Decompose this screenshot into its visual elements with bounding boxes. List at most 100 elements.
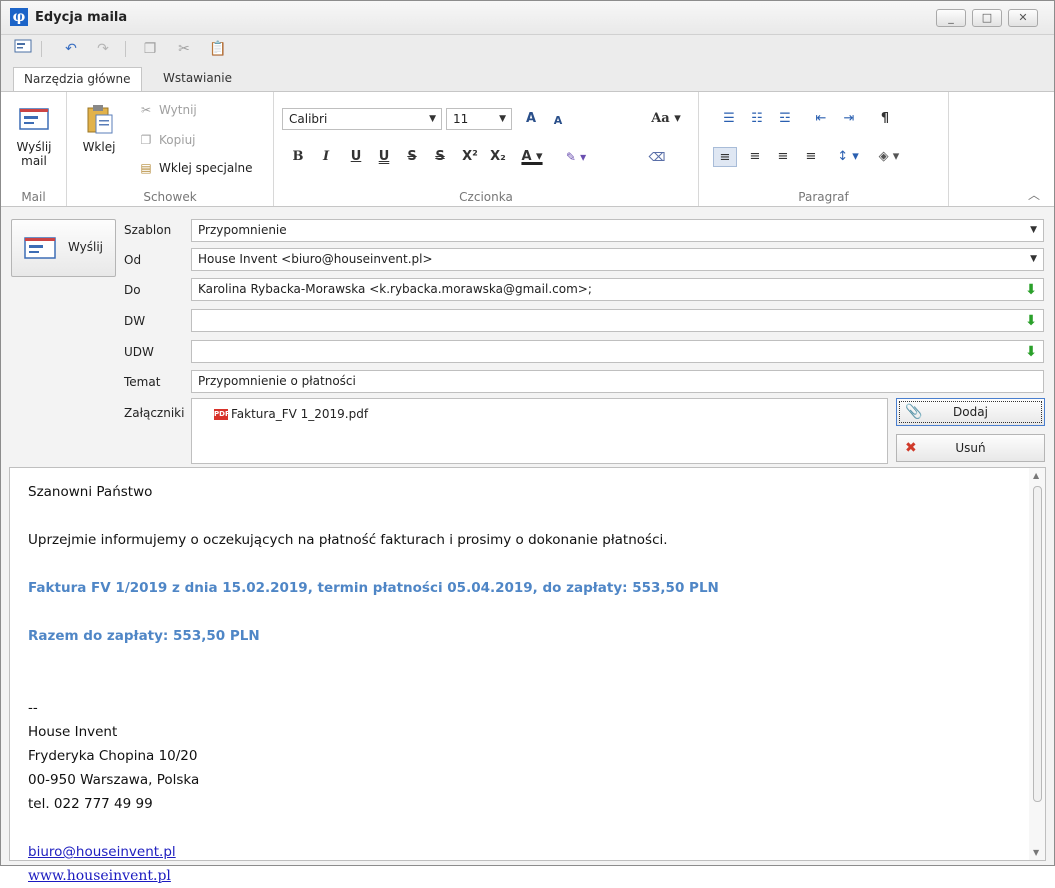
subscript-button[interactable]: X₂ [486, 147, 510, 167]
align-left-icon[interactable]: ≡ [713, 147, 737, 167]
signature-website-link[interactable]: www.houseinvent.pl [28, 868, 171, 884]
tab-home[interactable]: Narzędzia główne [13, 67, 142, 91]
label-attachments: Załączniki [124, 406, 185, 420]
shading-button[interactable]: ◈ ▾ [871, 147, 907, 167]
show-marks-button[interactable]: ¶ [875, 109, 895, 129]
tab-insert[interactable]: Wstawianie [153, 67, 242, 91]
label-template: Szablon [124, 223, 172, 237]
signature-company: House Invent [28, 724, 118, 740]
bullets-icon[interactable]: ☰ [719, 109, 739, 129]
message-body: Szanowni Państwo Uprzejmie informujemy o… [28, 480, 719, 888]
remove-attachment-button[interactable]: ✖ Usuń [896, 434, 1045, 462]
cut-label: Wytnij [159, 103, 197, 117]
label-from: Od [124, 253, 142, 267]
grow-font-label: A [525, 111, 537, 126]
attachments-list[interactable]: PDFFaktura_FV 1_2019.pdf [191, 398, 888, 464]
double-strikethrough-button[interactable]: S [430, 147, 450, 167]
align-center-icon[interactable]: ≡ [745, 147, 765, 167]
copy-icon[interactable]: ❐ [140, 39, 160, 59]
close-button[interactable]: ✕ [1008, 9, 1038, 27]
message-body-editor[interactable]: Szanowni Państwo Uprzejmie informujemy o… [9, 467, 1046, 884]
signature-street: Fryderyka Chopina 10/20 [28, 748, 198, 764]
superscript-button[interactable]: X² [458, 147, 482, 167]
mail-header-form: Wyślij Szablon Przypomnienie ▼ Od House I… [1, 208, 1054, 466]
scrollbar-thumb[interactable] [1033, 486, 1042, 802]
font-size-value: 11 [453, 112, 469, 126]
strikethrough-button[interactable]: S [402, 147, 422, 167]
copy-label: Kopiuj [159, 133, 196, 147]
maximize-button[interactable]: □ [972, 9, 1002, 27]
app-phi-icon: φ [10, 8, 28, 26]
subject-input[interactable]: Przypomnienie o płatności [191, 370, 1044, 393]
underline-button[interactable]: U [346, 147, 366, 167]
highlighter-icon: ✎ [565, 150, 576, 164]
bcc-field[interactable]: ⬇ [191, 340, 1044, 363]
italic-button[interactable]: I [316, 147, 336, 167]
redo-icon[interactable]: ↷ [93, 39, 113, 59]
change-case-button[interactable]: Aa ▾ [644, 109, 688, 129]
signature-email-link[interactable]: biuro@houseinvent.pl [28, 844, 176, 860]
font-color-button[interactable]: A ▾ [516, 147, 548, 167]
ribbon-group-paragraph: ☰ ☷ ☲ ⇤ ⇥ ¶ ≡ ≡ ≡ ≡ ↕ ▾ ◈ ▾ Paragraf [699, 92, 949, 206]
numbering-icon[interactable]: ☷ [747, 109, 767, 129]
undo-icon[interactable]: ↶ [61, 39, 81, 59]
line-spacing-button[interactable]: ↕ ▾ [831, 147, 865, 167]
from-select[interactable]: House Invent <biuro@houseinvent.pl> ▼ [191, 248, 1044, 271]
arrow-down-icon[interactable]: ⬇ [1025, 342, 1037, 363]
paste-label: Wklej [82, 140, 116, 154]
decrease-indent-icon[interactable]: ⇤ [811, 109, 831, 129]
font-color-label: A [521, 149, 532, 164]
remove-x-icon: ✖ [905, 440, 917, 456]
send-button[interactable]: Wyślij [11, 219, 116, 277]
double-underline-button[interactable]: U [374, 147, 394, 167]
cc-field[interactable]: ⬇ [191, 309, 1044, 332]
clear-format-icon[interactable]: ⌫ [646, 147, 668, 167]
ribbon-tabs: Narzędzia główne Wstawianie [1, 63, 1054, 91]
scroll-up-icon[interactable]: ▲ [1033, 471, 1039, 480]
paste-special-button[interactable]: ▤ Wklej specjalne [137, 158, 252, 178]
greeting: Szanowni Państwo [28, 484, 153, 500]
increase-indent-icon[interactable]: ⇥ [839, 109, 859, 129]
to-field[interactable]: Karolina Rybacka-Morawska <k.rybacka.mor… [191, 278, 1044, 301]
paste-icon[interactable]: 📋 [208, 39, 228, 59]
send-mail-button[interactable]: Wyślij mail [7, 102, 61, 168]
arrow-down-icon[interactable]: ⬇ [1025, 280, 1037, 301]
copy-button[interactable]: ❐ Kopiuj [137, 130, 196, 150]
collapse-ribbon-icon[interactable]: ︿ [1028, 186, 1040, 203]
mail-edit-window: φ Edycja maila _ □ ✕ ↶ ↷ ❐ ✂ 📋 Narzędzia… [0, 0, 1055, 884]
ribbon-group-mail: Wyślij mail Mail [1, 92, 67, 206]
minimize-button[interactable]: _ [936, 9, 966, 27]
scroll-down-icon[interactable]: ▼ [1033, 848, 1039, 857]
group-caption-paragraph: Paragraf [798, 190, 849, 204]
quick-access-toolbar: ↶ ↷ ❐ ✂ 📋 [1, 35, 1054, 63]
group-caption-mail: Mail [21, 190, 46, 204]
title-bar: φ Edycja maila _ □ ✕ [1, 1, 1054, 35]
arrow-down-icon[interactable]: ⬇ [1025, 311, 1037, 332]
cut-icon[interactable]: ✂ [174, 39, 194, 59]
bold-button[interactable]: B [288, 147, 308, 167]
group-caption-font: Czcionka [459, 190, 513, 204]
body-paragraph: Uprzejmie informujemy o oczekujących na … [28, 532, 668, 548]
justify-icon[interactable]: ≡ [801, 147, 821, 167]
vertical-scrollbar[interactable]: ▲ ▼ [1029, 468, 1045, 860]
to-value: Karolina Rybacka-Morawska <k.rybacka.mor… [198, 282, 592, 296]
signature-phone: tel. 022 777 49 99 [28, 796, 153, 812]
mail-icon [24, 237, 56, 259]
label-bcc: UDW [124, 345, 154, 359]
shrink-font-button[interactable]: A [548, 111, 568, 131]
multilevel-list-icon[interactable]: ☲ [775, 109, 795, 129]
highlight-button[interactable]: ✎ ▾ [556, 147, 596, 167]
change-case-label: Aa [651, 111, 670, 126]
paste-button[interactable]: Wklej [77, 102, 121, 154]
align-right-icon[interactable]: ≡ [773, 147, 793, 167]
attachment-item[interactable]: PDFFaktura_FV 1_2019.pdf [214, 407, 368, 421]
cut-button[interactable]: ✂ Wytnij [137, 100, 197, 120]
template-select[interactable]: Przypomnienie ▼ [191, 219, 1044, 242]
grow-font-button[interactable]: A [520, 109, 542, 129]
mail-icon[interactable] [13, 39, 33, 59]
font-size-select[interactable]: 11 ▼ [446, 108, 512, 130]
remove-label: Usuń [955, 441, 986, 455]
font-family-select[interactable]: Calibri ▼ [282, 108, 442, 130]
add-attachment-button[interactable]: 📎 Dodaj [896, 398, 1045, 426]
send-mail-label-2: mail [21, 154, 47, 168]
